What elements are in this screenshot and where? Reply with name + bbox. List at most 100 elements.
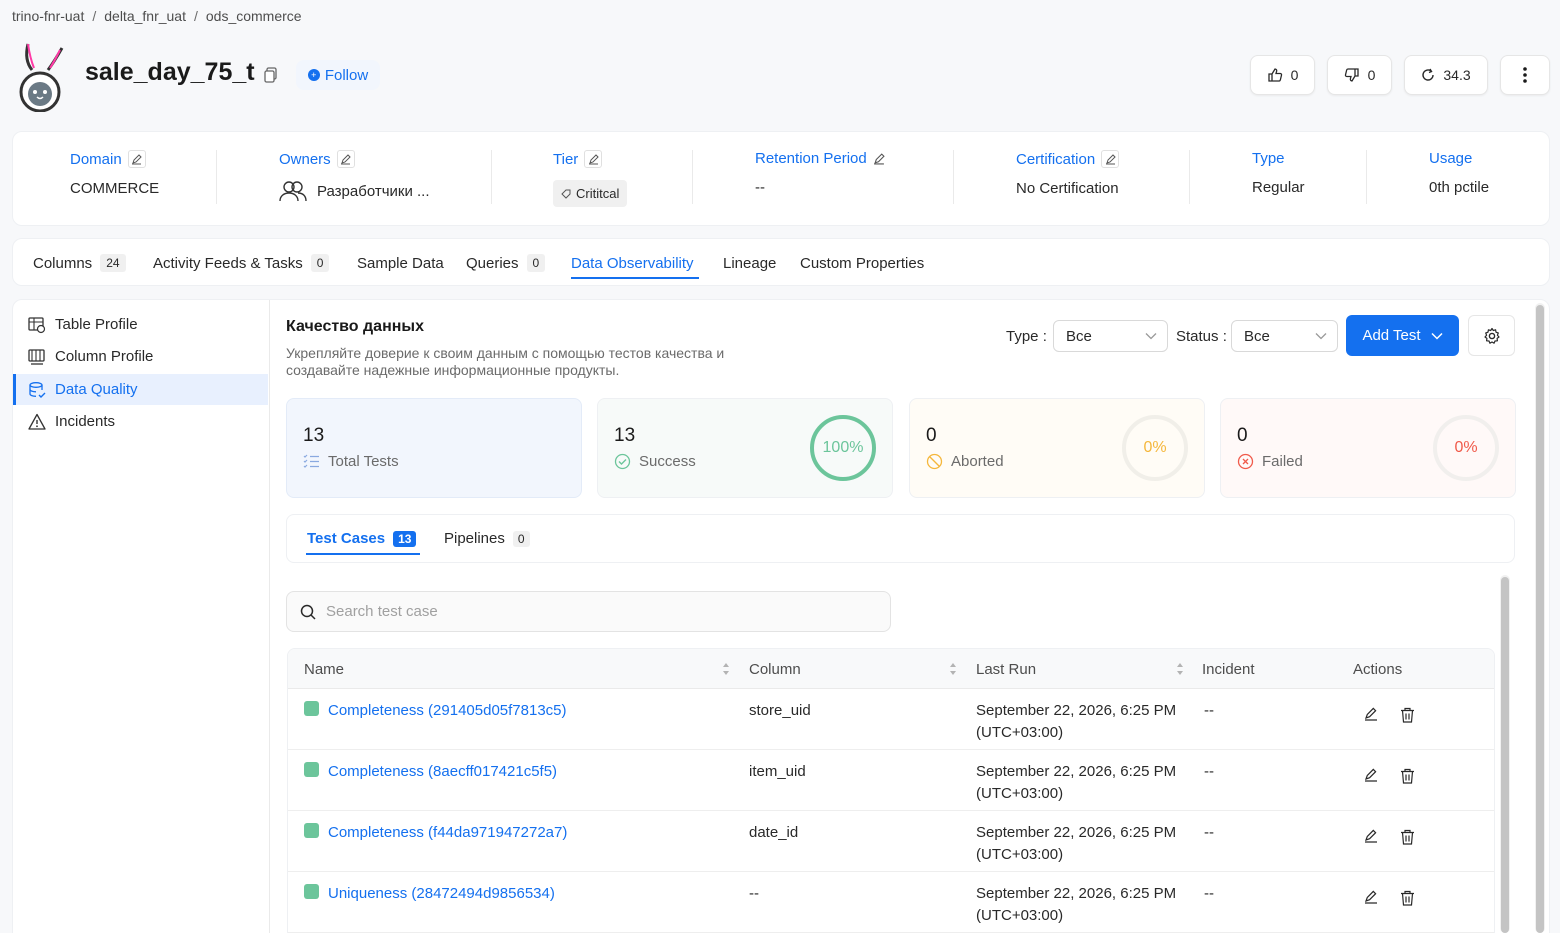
dislike-button[interactable]: 0 [1327,55,1392,95]
retention-value: -- [755,179,765,196]
edit-domain-button[interactable] [127,150,146,168]
edit-icon[interactable] [873,152,885,165]
success-ring: 100% [810,415,876,481]
tab-custom-properties[interactable]: Custom Properties [800,255,924,272]
edit-certification-button[interactable] [1101,150,1120,168]
edit-icon[interactable] [1364,890,1378,904]
more-options-button[interactable] [1500,55,1550,95]
edit-icon [1105,153,1116,164]
breadcrumb-item[interactable]: ods_commerce [206,8,302,24]
version-button[interactable]: 34.3 [1404,55,1488,95]
list-check-icon [303,454,319,468]
stat-aborted: 0 Aborted 0% [909,398,1205,498]
sidebar-item-table-profile[interactable]: Table Profile [13,309,268,340]
edit-icon[interactable] [1364,707,1378,721]
edit-icon [341,153,351,164]
copy-icon[interactable] [262,66,280,84]
col-header-name[interactable]: Name [304,661,344,678]
owners-label: Owners [279,150,331,168]
status-indicator [304,884,319,899]
test-cases-table: Name Column Last Run Incident Actions Co… [287,648,1495,933]
settings-button[interactable] [1468,315,1515,356]
stat-label: Failed [1262,453,1303,470]
owner-name[interactable]: Разработчики ... [317,183,430,200]
test-case-link[interactable]: Completeness (8aecff017421c5f5) [328,761,557,783]
tab-columns[interactable]: Columns 24 [33,254,126,272]
tab-label: Custom Properties [800,255,925,272]
follow-button[interactable]: + Follow [296,60,380,90]
follow-icon: + [307,69,320,81]
tab-label: Lineage [723,255,777,272]
stat-total-tests: 13 Total Tests [286,398,582,498]
certification-section: Certification No Certification [1016,150,1120,197]
subtab-pipelines[interactable]: Pipelines 0 [444,530,530,547]
delete-icon[interactable] [1400,890,1415,906]
tab-label: Sample Data [357,255,444,272]
tab-label: Columns [33,254,93,272]
test-case-link[interactable]: Uniqueness (28472494d9856534) [328,883,555,905]
usage-value: 0th pctile [1429,179,1490,196]
type-value: Regular [1252,179,1305,196]
col-header-column[interactable]: Column [749,661,801,678]
sidebar-item-label: Table Profile [55,316,138,333]
page-scrollbar-thumb[interactable] [1536,305,1544,933]
chevron-down-icon [1145,333,1157,340]
domain-value: COMMERCE [70,180,160,197]
type-filter-select[interactable]: Все [1053,320,1168,352]
breadcrumb-item[interactable]: trino-fnr-uat [12,8,84,24]
active-subtab-indicator [306,553,420,555]
like-count: 0 [1290,67,1299,83]
sidebar-item-data-quality[interactable]: Data Quality [13,374,268,405]
tab-sample-data[interactable]: Sample Data [357,255,444,272]
warning-icon [28,413,46,430]
col-header-last-run[interactable]: Last Run [976,661,1036,678]
sort-icon[interactable] [949,662,957,676]
tier-section: Tier Crititcal [553,150,628,207]
sidebar-item-column-profile[interactable]: Column Profile [13,341,268,372]
subtab-test-cases[interactable]: Test Cases 13 [307,530,417,547]
delete-icon[interactable] [1400,829,1415,845]
edit-icon[interactable] [1364,829,1378,843]
edit-tier-button[interactable] [584,150,603,168]
subtab-label: Test Cases [307,530,386,547]
tier-chip[interactable]: Crititcal [553,180,628,207]
tab-activity-feeds[interactable]: Activity Feeds & Tasks 0 [153,254,330,272]
delete-icon[interactable] [1400,707,1415,723]
tab-count: 0 [526,254,546,272]
last-run-cell: September 22, 2026, 6:25 PM (UTC+03:00) [976,702,1177,741]
stat-label: Total Tests [328,453,399,470]
breadcrumb-separator: / [193,8,198,24]
like-button[interactable]: 0 [1250,55,1315,95]
tab-count: 24 [100,254,126,272]
add-test-button[interactable]: Add Test [1346,315,1459,356]
stat-value: 13 [303,425,325,446]
tab-queries[interactable]: Queries 0 [466,254,546,272]
delete-icon[interactable] [1400,768,1415,784]
stat-success: 13 Success 100% [597,398,893,498]
status-filter-select[interactable]: Все [1231,320,1338,352]
domain-section: Domain COMMERCE [70,150,159,197]
status-indicator [304,823,319,838]
subtab-count: 0 [512,530,530,547]
stat-failed: 0 Failed 0% [1220,398,1516,498]
sort-icon[interactable] [722,662,730,676]
search-input[interactable] [326,603,866,620]
col-header-incident: Incident [1202,661,1255,678]
x-circle-icon [1237,453,1254,470]
status-indicator [304,701,319,716]
tab-lineage[interactable]: Lineage [723,255,776,272]
column-cell: store_uid [749,702,811,719]
sidebar-item-incidents[interactable]: Incidents [13,406,268,437]
column-cell: -- [749,885,759,902]
test-case-link[interactable]: Completeness (f44da971947272a7) [328,822,567,844]
version-number: 34.3 [1443,67,1471,83]
edit-icon[interactable] [1364,768,1378,782]
sort-icon[interactable] [1176,662,1184,676]
breadcrumb-item[interactable]: delta_fnr_uat [104,8,186,24]
table-scrollbar-thumb[interactable] [1501,577,1509,933]
edit-owners-button[interactable] [336,150,355,168]
test-case-link[interactable]: Completeness (291405d05f7813c5) [328,700,567,722]
divider [692,150,693,204]
tab-data-observability[interactable]: Data Observability [571,255,694,272]
tier-label: Tier [553,150,579,168]
